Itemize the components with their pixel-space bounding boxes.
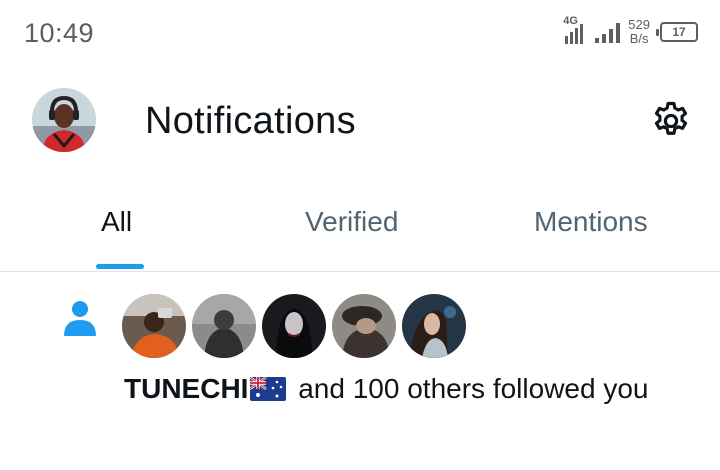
signal-bars-icon [595,21,621,43]
australia-flag-icon [250,377,287,401]
tab-verified[interactable]: Verified [305,206,398,238]
network-speed: 529 B/s [628,18,650,46]
page-title: Notifications [145,100,356,142]
follower-avatar[interactable] [192,294,256,358]
gear-icon [654,101,688,135]
notification-username[interactable]: TUNECHI [124,373,248,404]
status-time: 10:49 [24,18,95,48]
status-bar: 10:49 4G 529 B/s 17 [0,0,720,64]
active-tab-indicator [96,264,144,269]
battery-icon: 17 [656,22,698,42]
notification-item[interactable]: TUNECHI and 100 others followed you [0,272,720,470]
speed-unit: B/s [629,31,649,46]
follower-avatar[interactable] [122,294,186,358]
notification-text: TUNECHI and 100 others followed you [124,370,684,408]
battery-level: 17 [672,25,686,39]
follower-avatar[interactable] [332,294,396,358]
tab-all[interactable]: All [101,206,132,238]
speed-value: 529 [628,17,650,32]
profile-avatar[interactable] [32,88,96,152]
signal-4g-icon: 4G [563,15,589,46]
header: Notifications [0,80,720,170]
tab-bar: All Verified Mentions [0,196,720,272]
person-icon [64,301,96,336]
status-icons: 4G 529 B/s 17 [563,15,698,48]
follower-avatar[interactable] [402,294,466,358]
settings-button[interactable] [648,98,694,144]
notification-message: and 100 others followed you [290,373,649,404]
tab-mentions[interactable]: Mentions [534,206,648,238]
follower-avatars [122,294,466,358]
follower-avatar[interactable] [262,294,326,358]
